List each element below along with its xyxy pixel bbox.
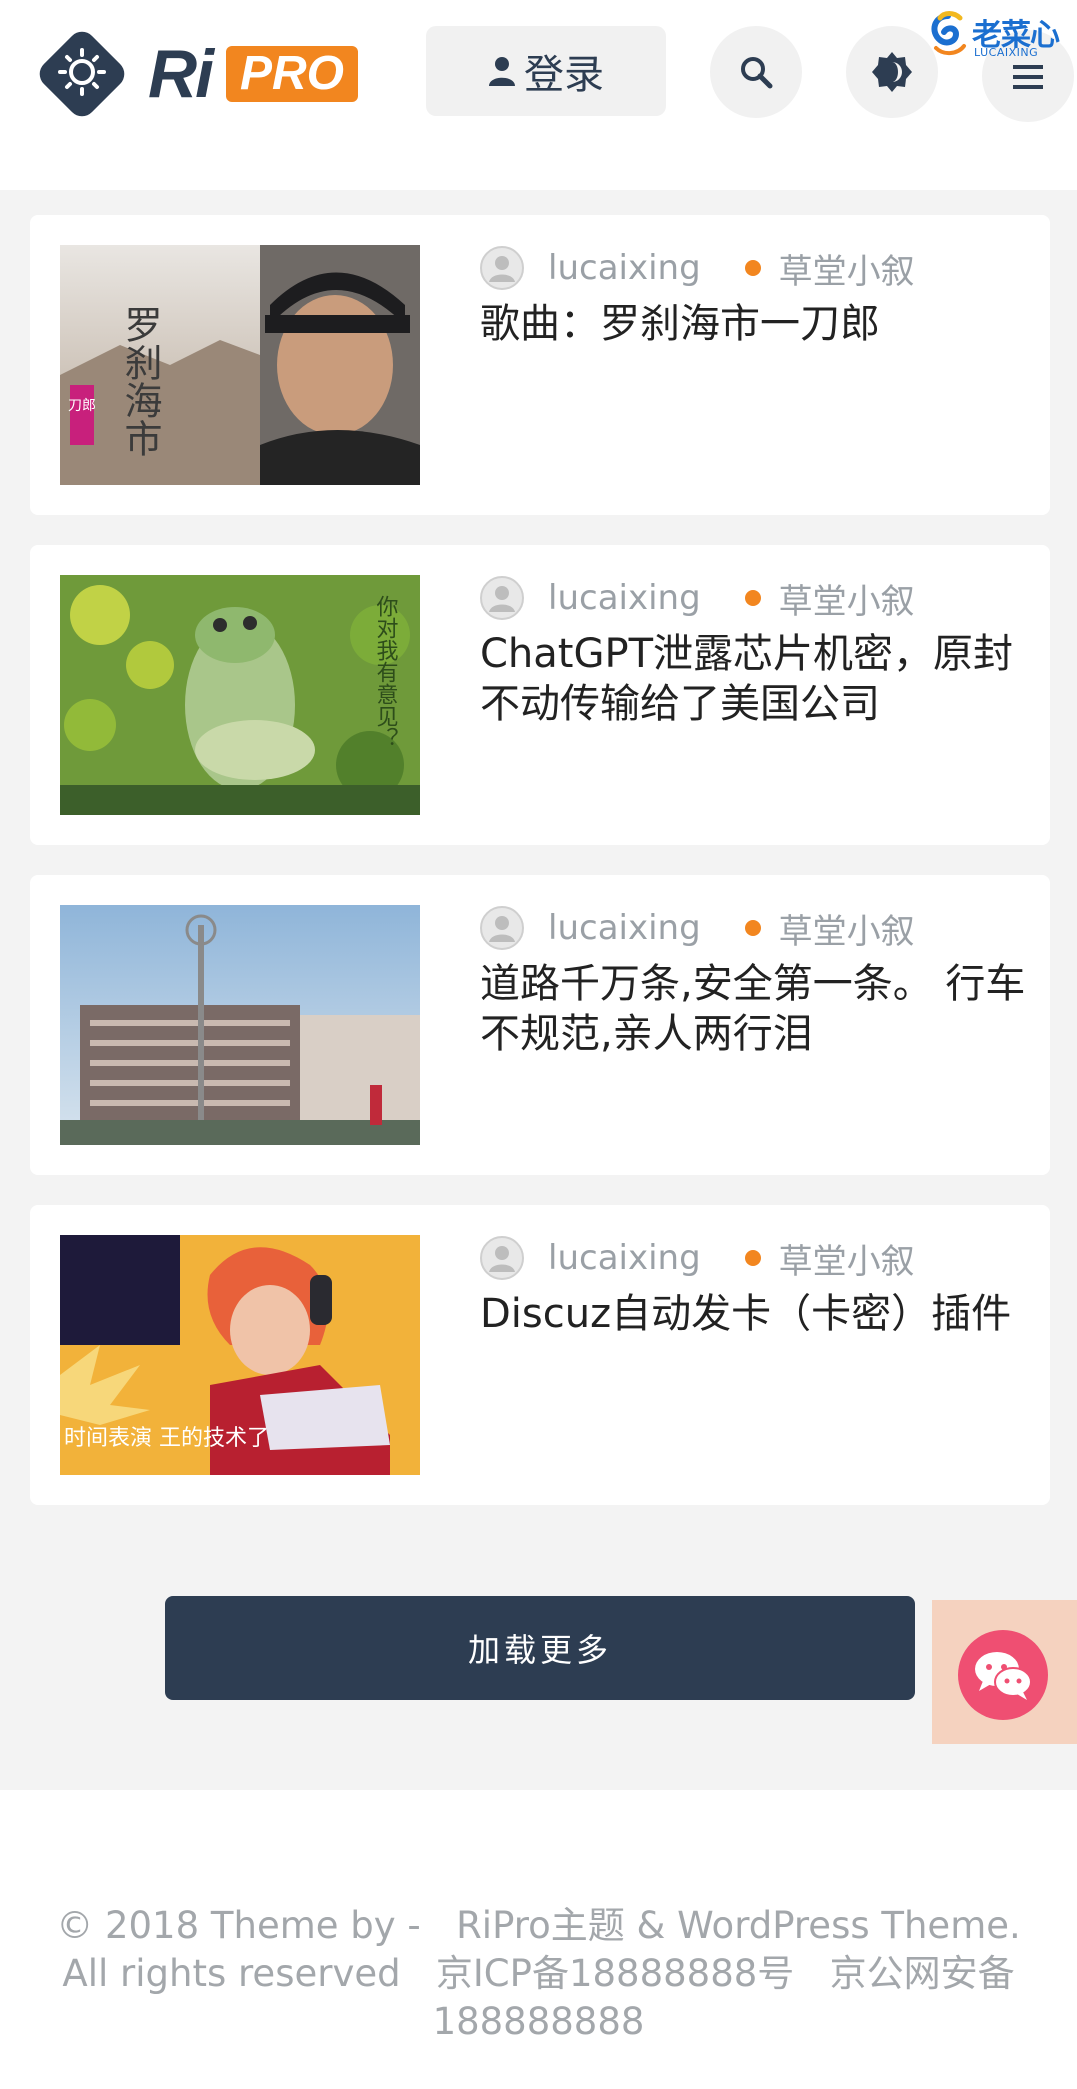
theme-toggle-button[interactable]	[846, 26, 938, 118]
login-label: 登录	[524, 52, 604, 98]
post-category[interactable]: 草堂小叙	[779, 244, 915, 293]
post-title[interactable]: Discuz自动发卡（卡密）插件	[480, 1289, 1050, 1339]
site-footer: © 2018 Theme by - RiPro主题 & WordPress Th…	[0, 1790, 1077, 2089]
category-dot-icon	[744, 590, 761, 606]
search-icon	[741, 57, 773, 89]
post-meta: lucaixing 草堂小叙	[480, 903, 915, 953]
avatar-icon	[480, 906, 524, 950]
post-title[interactable]: 歌曲：罗刹海市一刀郎	[480, 299, 1050, 349]
user-icon	[489, 57, 515, 86]
footer-copyright: © 2018 Theme by - RiPro主题 & WordPress Th…	[40, 1902, 1037, 2046]
login-button[interactable]: 登录	[426, 26, 666, 116]
theme-toggle-icon	[872, 52, 912, 92]
menu-icon	[1013, 65, 1043, 89]
post-author[interactable]: lucaixing	[548, 248, 701, 288]
brand-swirl-icon	[931, 11, 966, 55]
site-logo[interactable]: Ri PRO	[30, 26, 370, 117]
wechat-icon	[975, 1652, 1032, 1700]
post-meta: lucaixing 草堂小叙	[480, 573, 915, 623]
post-card[interactable]: lucaixing 草堂小叙 道路千万条,安全第一条。 行车不规范,亲人两行泪	[30, 875, 1050, 1175]
brand-watermark: 老菜心 LUCAIXING	[926, 8, 1066, 60]
post-author[interactable]: lucaixing	[548, 578, 701, 618]
chat-widget[interactable]	[932, 1600, 1077, 1744]
load-more-button[interactable]: 加载更多	[165, 1596, 915, 1700]
thumb-calligraphy: 你对我有意见？	[373, 595, 399, 749]
post-category[interactable]: 草堂小叙	[779, 574, 915, 623]
thumb-tag-text: 刀郎	[68, 398, 96, 414]
avatar-icon	[480, 1236, 524, 1280]
post-author[interactable]: lucaixing	[548, 1238, 701, 1278]
chat-button[interactable]	[958, 1630, 1048, 1720]
logo-ri-text: Ri	[148, 36, 214, 112]
post-author[interactable]: lucaixing	[548, 908, 701, 948]
sun-logo-icon	[39, 31, 125, 117]
post-thumbnail[interactable]: 刀郎 罗刹海市	[60, 245, 420, 485]
thumbnail-image: 时间表演 王的技术了	[60, 1235, 420, 1475]
post-card[interactable]: 时间表演 王的技术了 lucaixing 草堂小叙 Discuz自动发卡（卡密）…	[30, 1205, 1050, 1505]
post-card[interactable]: 刀郎 罗刹海市 lucaixing 草堂小叙 歌曲：罗刹海市一刀郎	[30, 215, 1050, 515]
avatar-icon	[480, 576, 524, 620]
post-title[interactable]: 道路千万条,安全第一条。 行车不规范,亲人两行泪	[480, 959, 1050, 1059]
category-dot-icon	[744, 260, 761, 276]
thumb-calligraphy: 罗刹海市	[118, 305, 162, 457]
post-thumbnail[interactable]	[60, 905, 420, 1145]
post-thumbnail[interactable]: 你对我有意见？	[60, 575, 420, 815]
site-header: Ri PRO 登录 老菜心 LUCAIXING	[0, 0, 1077, 190]
thumbnail-image	[60, 905, 420, 1145]
search-button[interactable]	[710, 26, 802, 118]
post-category[interactable]: 草堂小叙	[779, 1234, 915, 1283]
post-meta: lucaixing 草堂小叙	[480, 243, 915, 293]
post-thumbnail[interactable]: 时间表演 王的技术了	[60, 1235, 420, 1475]
thumb-caption: 时间表演 王的技术了	[64, 1426, 269, 1451]
post-title[interactable]: ChatGPT泄露芯片机密，原封不动传输给了美国公司	[480, 629, 1050, 729]
thumbnail-image: 刀郎 罗刹海市	[60, 245, 420, 485]
footer-icp-link[interactable]: 京ICP备18888888号	[436, 1952, 794, 1995]
avatar-icon	[480, 246, 524, 290]
post-card[interactable]: 你对我有意见？ lucaixing 草堂小叙 ChatGPT泄露芯片机密，原封不…	[30, 545, 1050, 845]
category-dot-icon	[744, 1250, 761, 1266]
category-dot-icon	[744, 920, 761, 936]
post-category[interactable]: 草堂小叙	[779, 904, 915, 953]
thumbnail-image: 你对我有意见？	[60, 575, 420, 815]
brand-en-text: LUCAIXING	[974, 46, 1039, 59]
logo-pro-badge: PRO	[226, 46, 359, 102]
post-meta: lucaixing 草堂小叙	[480, 1233, 915, 1283]
footer-copyright-prefix: © 2018 Theme by -	[56, 1904, 421, 1947]
